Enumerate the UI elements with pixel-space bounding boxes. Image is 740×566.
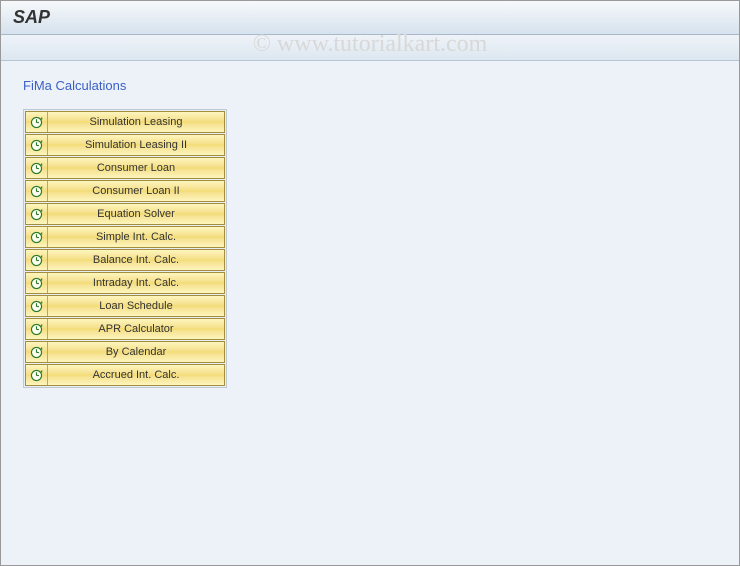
intraday-int-calc-button[interactable]: Intraday Int. Calc. [25,272,225,294]
button-label: By Calendar [48,346,224,358]
button-label: Simple Int. Calc. [48,231,224,243]
button-panel: Simulation Leasing Simulation Leasing II [23,109,227,388]
execute-icon [26,273,48,293]
loan-schedule-button[interactable]: Loan Schedule [25,295,225,317]
execute-icon [26,112,48,132]
button-label: Intraday Int. Calc. [48,277,224,289]
accrued-int-calc-button[interactable]: Accrued Int. Calc. [25,364,225,386]
execute-icon [26,296,48,316]
consumer-loan-ii-button[interactable]: Consumer Loan II [25,180,225,202]
execute-icon [26,319,48,339]
app-title: SAP [13,7,50,27]
titlebar: SAP [1,1,739,35]
simulation-leasing-button[interactable]: Simulation Leasing [25,111,225,133]
button-label: Accrued Int. Calc. [48,369,224,381]
button-label: APR Calculator [48,323,224,335]
button-label: Equation Solver [48,208,224,220]
button-label: Consumer Loan [48,162,224,174]
content-area: FiMa Calculations Simulation Leasing [1,61,739,565]
button-label: Loan Schedule [48,300,224,312]
by-calendar-button[interactable]: By Calendar [25,341,225,363]
section-title: FiMa Calculations [23,78,126,93]
execute-icon [26,342,48,362]
toolbar [1,35,739,61]
button-label: Balance Int. Calc. [48,254,224,266]
button-label: Simulation Leasing II [48,139,224,151]
equation-solver-button[interactable]: Equation Solver [25,203,225,225]
execute-icon [26,181,48,201]
button-label: Simulation Leasing [48,116,224,128]
execute-icon [26,250,48,270]
execute-icon [26,158,48,178]
execute-icon [26,365,48,385]
execute-icon [26,227,48,247]
simple-int-calc-button[interactable]: Simple Int. Calc. [25,226,225,248]
consumer-loan-button[interactable]: Consumer Loan [25,157,225,179]
execute-icon [26,135,48,155]
balance-int-calc-button[interactable]: Balance Int. Calc. [25,249,225,271]
execute-icon [26,204,48,224]
simulation-leasing-ii-button[interactable]: Simulation Leasing II [25,134,225,156]
apr-calculator-button[interactable]: APR Calculator [25,318,225,340]
button-label: Consumer Loan II [48,185,224,197]
